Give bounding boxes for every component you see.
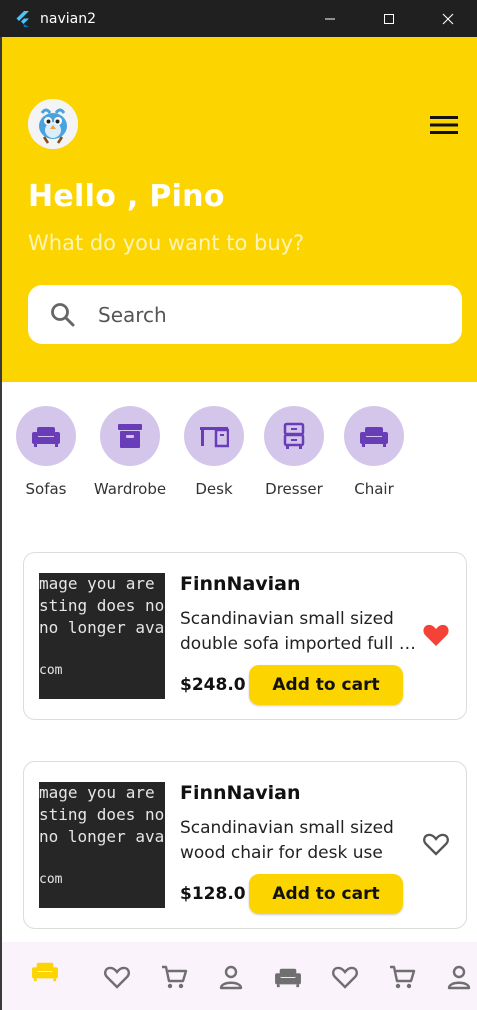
bottom-navigation-bar	[2, 942, 477, 1010]
category-circle	[344, 406, 404, 466]
search-input[interactable]	[98, 302, 418, 327]
product-card[interactable]: mage you are sting does no no longer ava…	[23, 552, 467, 720]
add-to-cart-button[interactable]: Add to cart	[249, 874, 403, 914]
nav-item-sofa[interactable]	[30, 956, 60, 986]
placeholder-text: mage you are	[39, 783, 155, 802]
category-circle	[100, 406, 160, 466]
flutter-logo-icon	[16, 10, 29, 27]
close-window-button[interactable]	[418, 0, 477, 37]
chair-icon	[360, 427, 388, 447]
description-line: double sofa imported full le...	[180, 634, 420, 654]
placeholder-text: no longer avail	[39, 618, 165, 637]
product-image-placeholder: mage you are sting does no no longer ava…	[39, 782, 165, 908]
minimize-button[interactable]	[300, 0, 359, 37]
nav-item-profile[interactable]	[444, 962, 474, 992]
product-price: $128.0	[180, 884, 246, 904]
category-wardrobe[interactable]: Wardrobe	[85, 406, 175, 498]
nav-item-cart[interactable]	[387, 962, 417, 992]
sofa-icon	[32, 962, 58, 982]
nav-item-cart[interactable]	[159, 962, 189, 992]
product-description: Scandinavian small sized double sofa imp…	[180, 607, 420, 657]
cart-icon	[162, 965, 188, 989]
greeting-heading: Hello , Pino	[28, 179, 225, 214]
category-chair[interactable]: Chair	[329, 406, 419, 498]
category-desk[interactable]: Desk	[169, 406, 259, 498]
menu-button[interactable]	[428, 113, 460, 137]
placeholder-text: com	[39, 872, 63, 887]
nav-item-favorites[interactable]	[102, 962, 132, 992]
placeholder-text: com	[39, 663, 63, 678]
dresser-icon	[283, 422, 305, 449]
favorite-outline-heart-icon[interactable]	[422, 830, 450, 858]
nav-item-favorites[interactable]	[330, 962, 360, 992]
search-bar[interactable]	[28, 285, 462, 344]
close-icon	[442, 13, 453, 24]
person-icon	[447, 965, 471, 990]
product-price: $248.0	[180, 675, 246, 695]
nav-item-sofa[interactable]	[273, 962, 303, 992]
subtitle-text: What do you want to buy?	[28, 231, 305, 255]
nav-item-profile[interactable]	[216, 962, 246, 992]
person-icon	[219, 965, 243, 990]
product-image-placeholder: mage you are sting does no no longer ava…	[39, 573, 165, 699]
placeholder-text: no longer avail	[39, 827, 165, 846]
product-name: FinnNavian	[180, 573, 301, 595]
heart-icon	[332, 966, 358, 989]
placeholder-text: sting does no	[39, 596, 165, 615]
category-label: Wardrobe	[93, 480, 167, 498]
cart-icon	[390, 965, 416, 989]
placeholder-text: sting does no	[39, 805, 165, 824]
favorite-filled-heart-icon[interactable]	[422, 621, 450, 649]
maximize-button[interactable]	[359, 0, 418, 37]
category-circle	[264, 406, 324, 466]
search-icon	[51, 302, 75, 326]
header: Hello , Pino What do you want to buy?	[2, 37, 477, 382]
bird-avatar-image	[28, 99, 78, 149]
wardrobe-icon	[118, 424, 142, 448]
product-card[interactable]: mage you are sting does no no longer ava…	[23, 761, 467, 929]
product-name: FinnNavian	[180, 782, 301, 804]
category-circle	[184, 406, 244, 466]
category-sofas[interactable]: Sofas	[1, 406, 91, 498]
description-line: Scandinavian small sized	[180, 818, 394, 838]
avatar[interactable]	[28, 99, 78, 149]
desk-icon	[200, 427, 229, 448]
add-to-cart-button[interactable]: Add to cart	[249, 665, 403, 705]
product-description: Scandinavian small sized wood chair for …	[180, 816, 420, 866]
category-label: Chair	[354, 480, 394, 498]
placeholder-text: mage you are	[39, 574, 155, 593]
category-circle	[16, 406, 76, 466]
window-title: navian2	[40, 10, 96, 27]
minimize-icon	[324, 18, 335, 19]
hamburger-menu-icon	[430, 116, 458, 134]
window-titlebar: navian2	[0, 0, 477, 37]
heart-icon	[104, 966, 130, 989]
category-label: Desk	[195, 480, 233, 498]
category-label: Dresser	[265, 480, 323, 498]
maximize-icon	[383, 13, 394, 24]
category-list: Sofas Wardrobe Desk Dresser Chair	[0, 406, 477, 502]
category-dresser[interactable]: Dresser	[249, 406, 339, 498]
description-line: Scandinavian small sized	[180, 609, 394, 629]
sofa-icon	[275, 968, 301, 988]
sofa-icon	[32, 427, 60, 447]
category-label: Sofas	[25, 480, 67, 498]
description-line: wood chair for desk use	[180, 843, 383, 863]
